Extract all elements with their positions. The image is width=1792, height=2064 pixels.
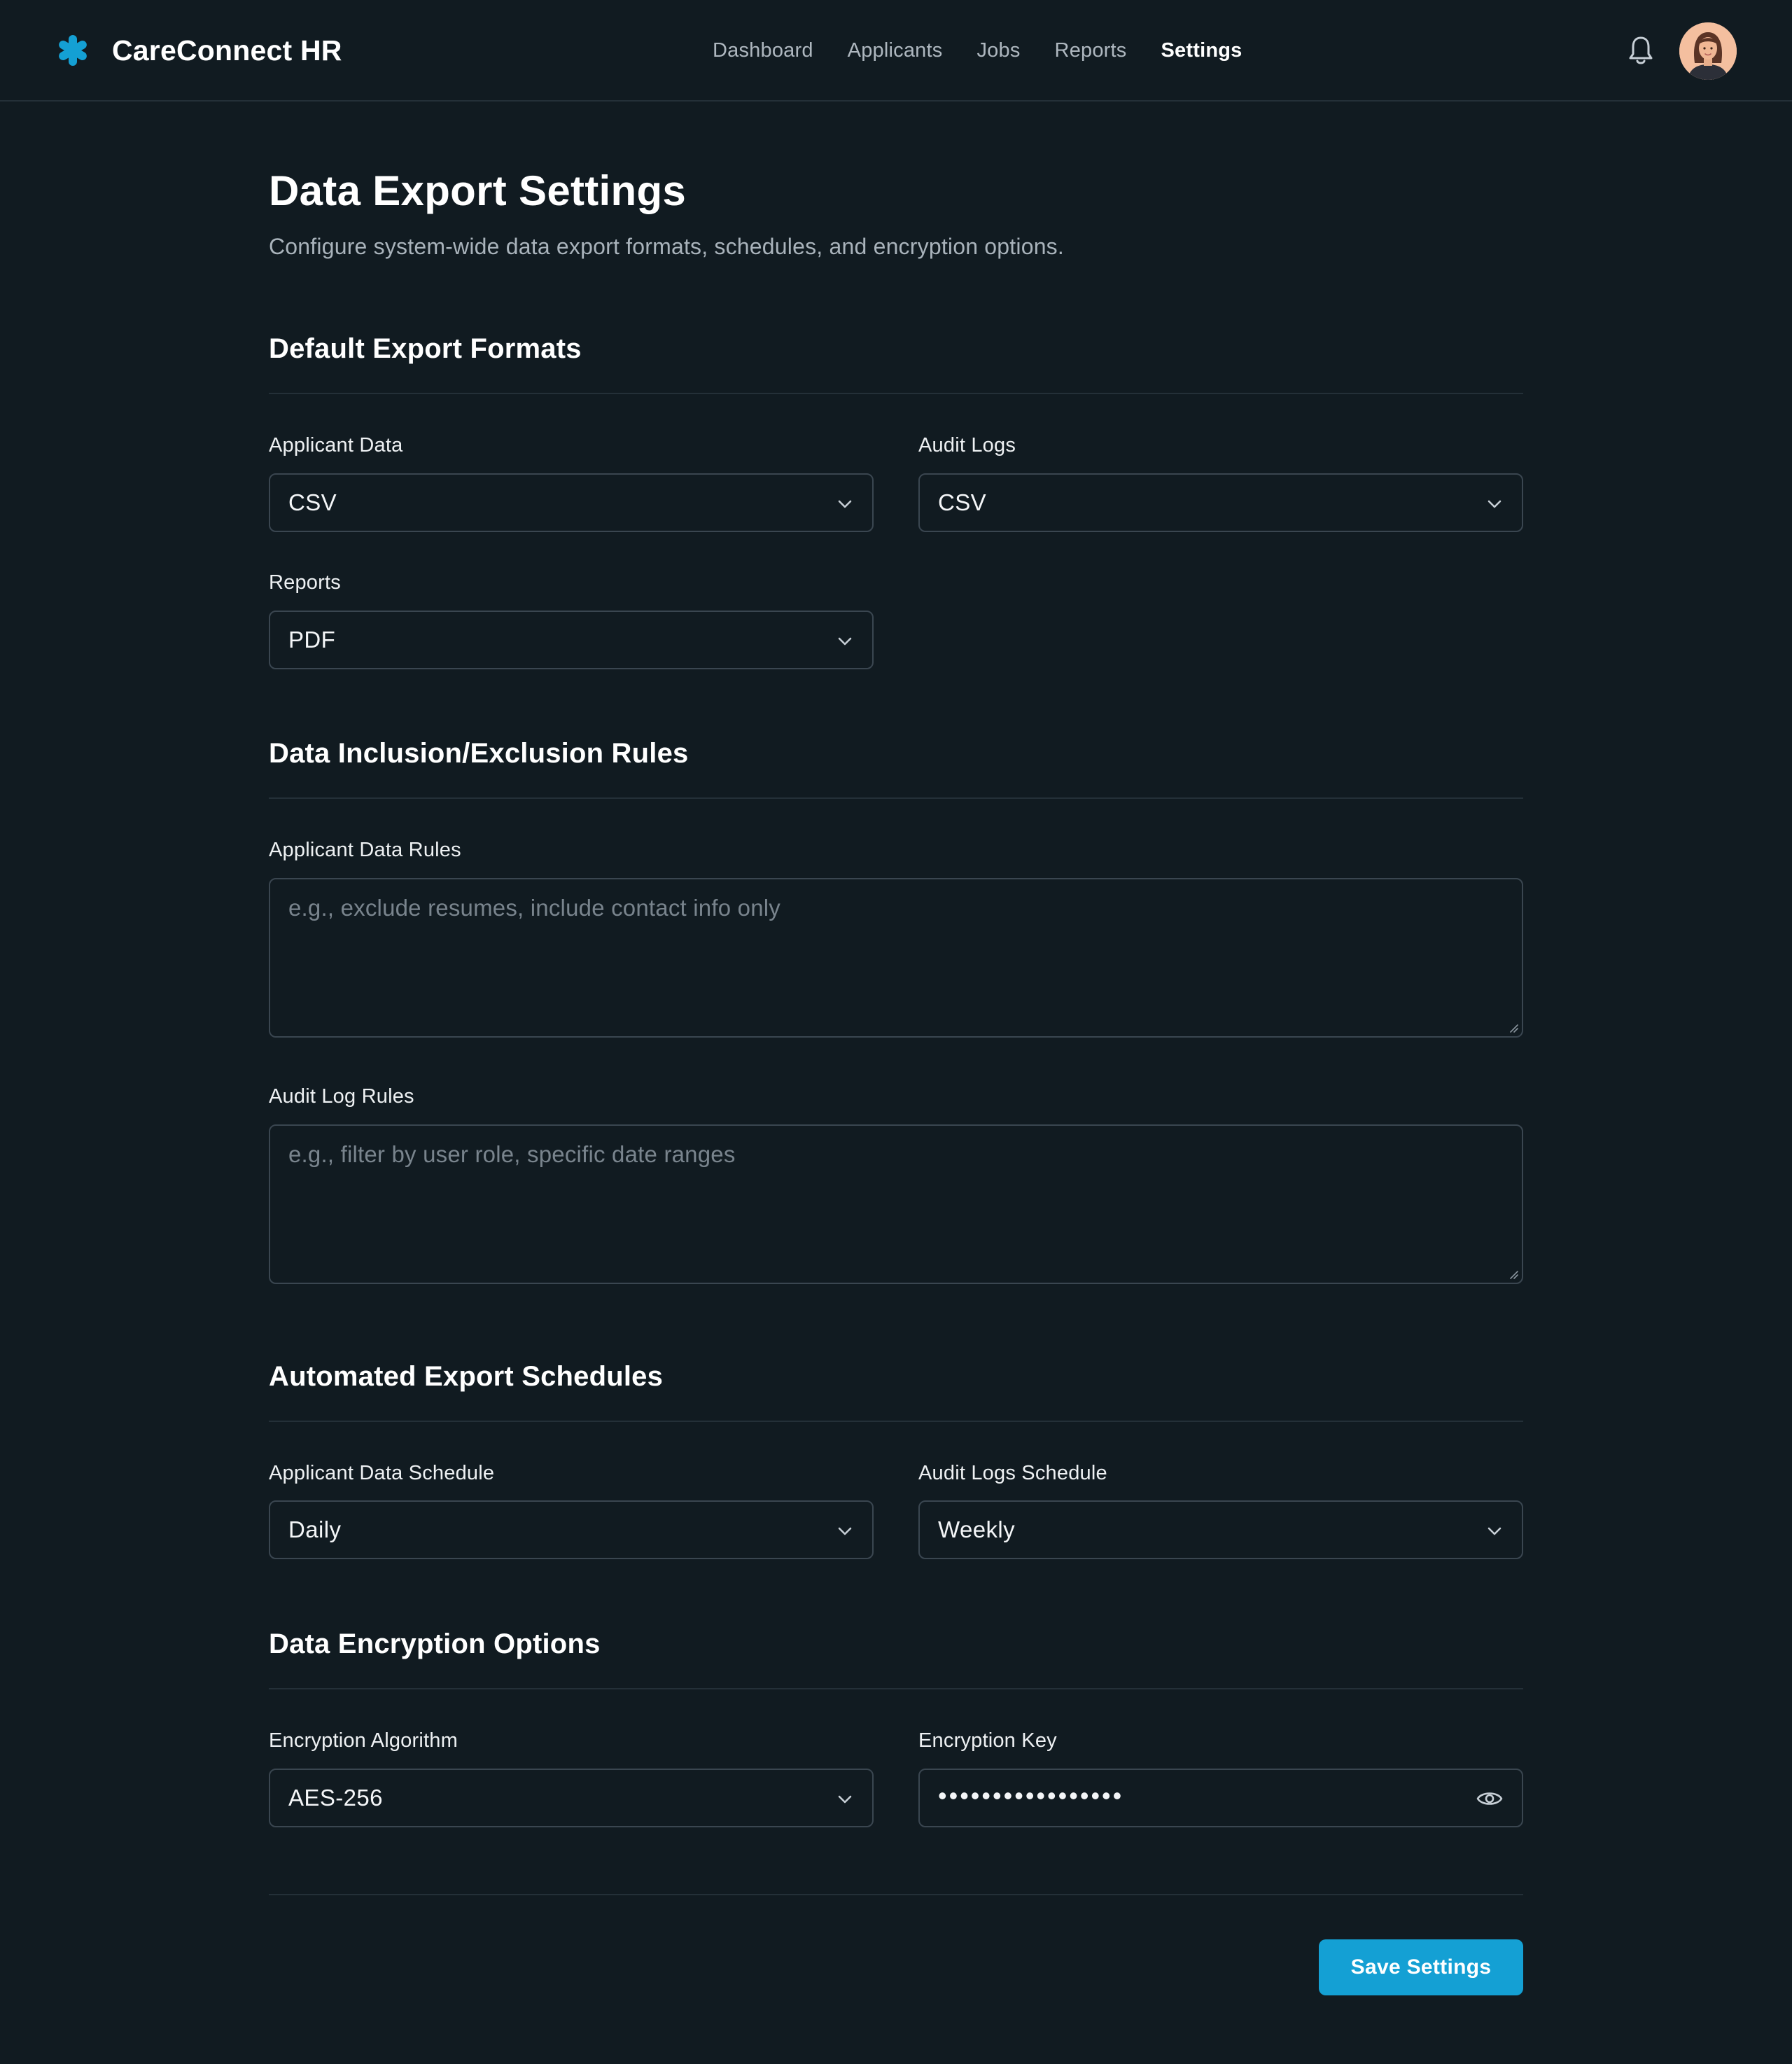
reports-format-label: Reports <box>269 571 341 594</box>
applicant-data-rules-label: Applicant Data Rules <box>269 839 461 861</box>
page-title: Data Export Settings <box>269 167 687 214</box>
textarea-placeholder: e.g., exclude resumes, include contact i… <box>288 895 780 921</box>
section-title-encryption: Data Encryption Options <box>269 1629 601 1659</box>
nav-applicants[interactable]: Applicants <box>848 39 943 62</box>
footer-divider <box>269 1894 1523 1895</box>
select-value: PDF <box>288 627 336 653</box>
section-title-schedules: Automated Export Schedules <box>269 1361 664 1392</box>
main-nav: Dashboard Applicants Jobs Reports Settin… <box>713 36 1242 64</box>
resize-handle-icon[interactable] <box>1506 1021 1519 1033</box>
chevron-down-icon <box>1488 1527 1502 1535</box>
audit-logs-format-label: Audit Logs <box>918 434 1016 456</box>
audit-logs-format-select[interactable]: CSV <box>918 473 1523 532</box>
encryption-key-label: Encryption Key <box>918 1729 1057 1752</box>
nav-dashboard[interactable]: Dashboard <box>713 39 813 62</box>
asterisk-logo-icon <box>59 35 87 66</box>
chevron-down-icon <box>838 1527 852 1535</box>
page-subtitle: Configure system-wide data export format… <box>269 234 1064 259</box>
encryption-algorithm-select[interactable]: AES-256 <box>269 1769 874 1827</box>
section-divider <box>269 393 1523 394</box>
bell-icon[interactable] <box>1627 35 1655 66</box>
app-name: CareConnect HR <box>112 34 342 67</box>
password-value: ••••••••••••••••• <box>938 1781 1124 1810</box>
nav-settings[interactable]: Settings <box>1161 39 1242 62</box>
select-value: CSV <box>288 489 337 515</box>
audit-logs-schedule-label: Audit Logs Schedule <box>918 1462 1107 1484</box>
section-divider <box>269 797 1523 799</box>
chevron-down-icon <box>838 500 852 508</box>
nav-reports[interactable]: Reports <box>1055 39 1127 62</box>
section-title-formats: Default Export Formats <box>269 333 582 364</box>
section-title-rules: Data Inclusion/Exclusion Rules <box>269 738 689 769</box>
eye-icon[interactable] <box>1476 1788 1504 1809</box>
user-avatar[interactable] <box>1679 22 1737 80</box>
resize-handle-icon[interactable] <box>1506 1267 1519 1280</box>
select-value: AES-256 <box>288 1785 383 1811</box>
select-value: Daily <box>288 1516 342 1542</box>
applicant-data-format-label: Applicant Data <box>269 434 403 456</box>
applicant-data-rules-textarea[interactable]: e.g., exclude resumes, include contact i… <box>269 878 1523 1038</box>
textarea-placeholder: e.g., filter by user role, specific date… <box>288 1141 736 1167</box>
select-value: CSV <box>938 489 987 515</box>
save-settings-button[interactable]: Save Settings <box>1319 1939 1523 1995</box>
applicant-data-schedule-label: Applicant Data Schedule <box>269 1462 495 1484</box>
audit-logs-schedule-select[interactable]: Weekly <box>918 1500 1523 1559</box>
audit-log-rules-textarea[interactable]: e.g., filter by user role, specific date… <box>269 1124 1523 1284</box>
applicant-data-format-select[interactable]: CSV <box>269 473 874 532</box>
audit-log-rules-label: Audit Log Rules <box>269 1085 414 1108</box>
chevron-down-icon <box>838 1795 852 1804</box>
applicant-data-schedule-select[interactable]: Daily <box>269 1500 874 1559</box>
chevron-down-icon <box>838 637 852 646</box>
section-divider <box>269 1688 1523 1689</box>
chevron-down-icon <box>1488 500 1502 508</box>
top-navigation-bar: CareConnect HR Dashboard Applicants Jobs… <box>0 0 1792 102</box>
reports-format-select[interactable]: PDF <box>269 611 874 669</box>
brand[interactable]: CareConnect HR <box>56 31 342 70</box>
select-value: Weekly <box>938 1516 1015 1542</box>
nav-jobs[interactable]: Jobs <box>976 39 1020 62</box>
avatar-image <box>1679 22 1737 80</box>
section-divider <box>269 1421 1523 1422</box>
encryption-algorithm-label: Encryption Algorithm <box>269 1729 458 1752</box>
encryption-key-input[interactable]: ••••••••••••••••• <box>918 1769 1523 1827</box>
